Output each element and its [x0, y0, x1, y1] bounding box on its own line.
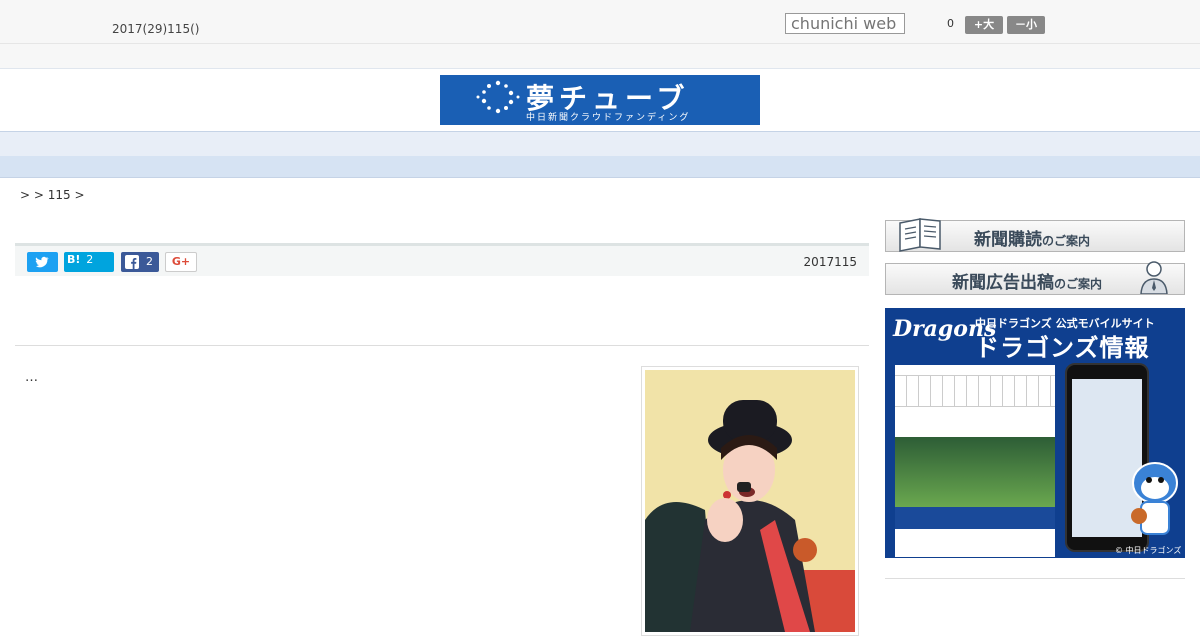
dragons-title: ドラゴンズ情報: [975, 334, 1150, 362]
dragons-ad-banner[interactable]: Dragons 中日ドラゴンズ 公式モバイルサイト ドラゴンズ情報 © 中日ドラ…: [885, 308, 1185, 558]
scoreboard-menu: [895, 507, 1055, 529]
scoreboard-footer: [895, 529, 1055, 557]
advertising-label: 新聞広告出稿のご案内: [952, 268, 1102, 293]
subscription-label: 新聞購読のご案内: [974, 225, 1090, 250]
google-plus-share-button[interactable]: G+: [165, 252, 197, 272]
hatena-bookmark-button[interactable]: B! 2: [64, 252, 114, 272]
sub-nav: [0, 156, 1200, 178]
twitter-bird-icon: [35, 256, 49, 268]
field-view: [895, 437, 1055, 507]
singer-photo-image: [645, 370, 855, 632]
article-date: 2017115: [803, 255, 857, 269]
hatena-label: B!: [67, 253, 81, 266]
scoreboard-players: [895, 407, 1055, 437]
scoreboard-grid: [895, 376, 1055, 407]
subscription-guide-button[interactable]: 新聞購読のご案内: [885, 218, 1185, 252]
scoreboard-screenshot: [895, 365, 1055, 557]
twitter-share-button[interactable]: [27, 252, 58, 272]
subscription-suffix: のご案内: [1042, 234, 1091, 248]
article-photo[interactable]: [641, 366, 859, 636]
top-bar: 2017(29)115() 0 +大 －小: [0, 0, 1200, 44]
newspaper-icon: [899, 218, 941, 252]
businessman-icon: [1140, 261, 1168, 294]
dragons-mascot-icon: [1131, 462, 1178, 535]
search-input[interactable]: [785, 13, 905, 34]
facebook-count: 2: [146, 255, 153, 268]
share-bar: B! 2 2 G+ 2017115: [15, 243, 869, 276]
advertising-guide-button[interactable]: 新聞広告出稿のご案内: [885, 261, 1185, 295]
sidebar-divider: [885, 578, 1185, 579]
yume-tube-banner[interactable]: 夢チューブ 中日新聞クラウドファンディング: [440, 75, 760, 125]
header-date: 2017(29)115(): [112, 22, 200, 36]
header-band: [0, 44, 1200, 69]
advertising-title: 新聞広告出稿: [952, 273, 1054, 293]
main-nav: [0, 131, 1200, 157]
dragons-copyright: © 中日ドラゴンズ: [1115, 546, 1182, 555]
advertising-suffix: のご案内: [1054, 277, 1103, 291]
font-smaller-button[interactable]: －小: [1007, 16, 1045, 34]
scoreboard-header: [895, 365, 1055, 376]
banner-subtitle: 中日新聞クラウドファンディング: [526, 113, 691, 123]
divider: [15, 345, 869, 346]
facebook-icon: [125, 255, 139, 269]
font-size-count: 0: [947, 17, 954, 30]
breadcrumb[interactable]: > > 115 >: [20, 188, 85, 202]
facebook-share-button[interactable]: 2: [121, 252, 159, 272]
article-lead: …: [25, 370, 38, 385]
subscription-title: 新聞購読: [974, 230, 1042, 250]
font-larger-button[interactable]: +大: [965, 16, 1003, 34]
hatena-count: 2: [86, 253, 94, 266]
